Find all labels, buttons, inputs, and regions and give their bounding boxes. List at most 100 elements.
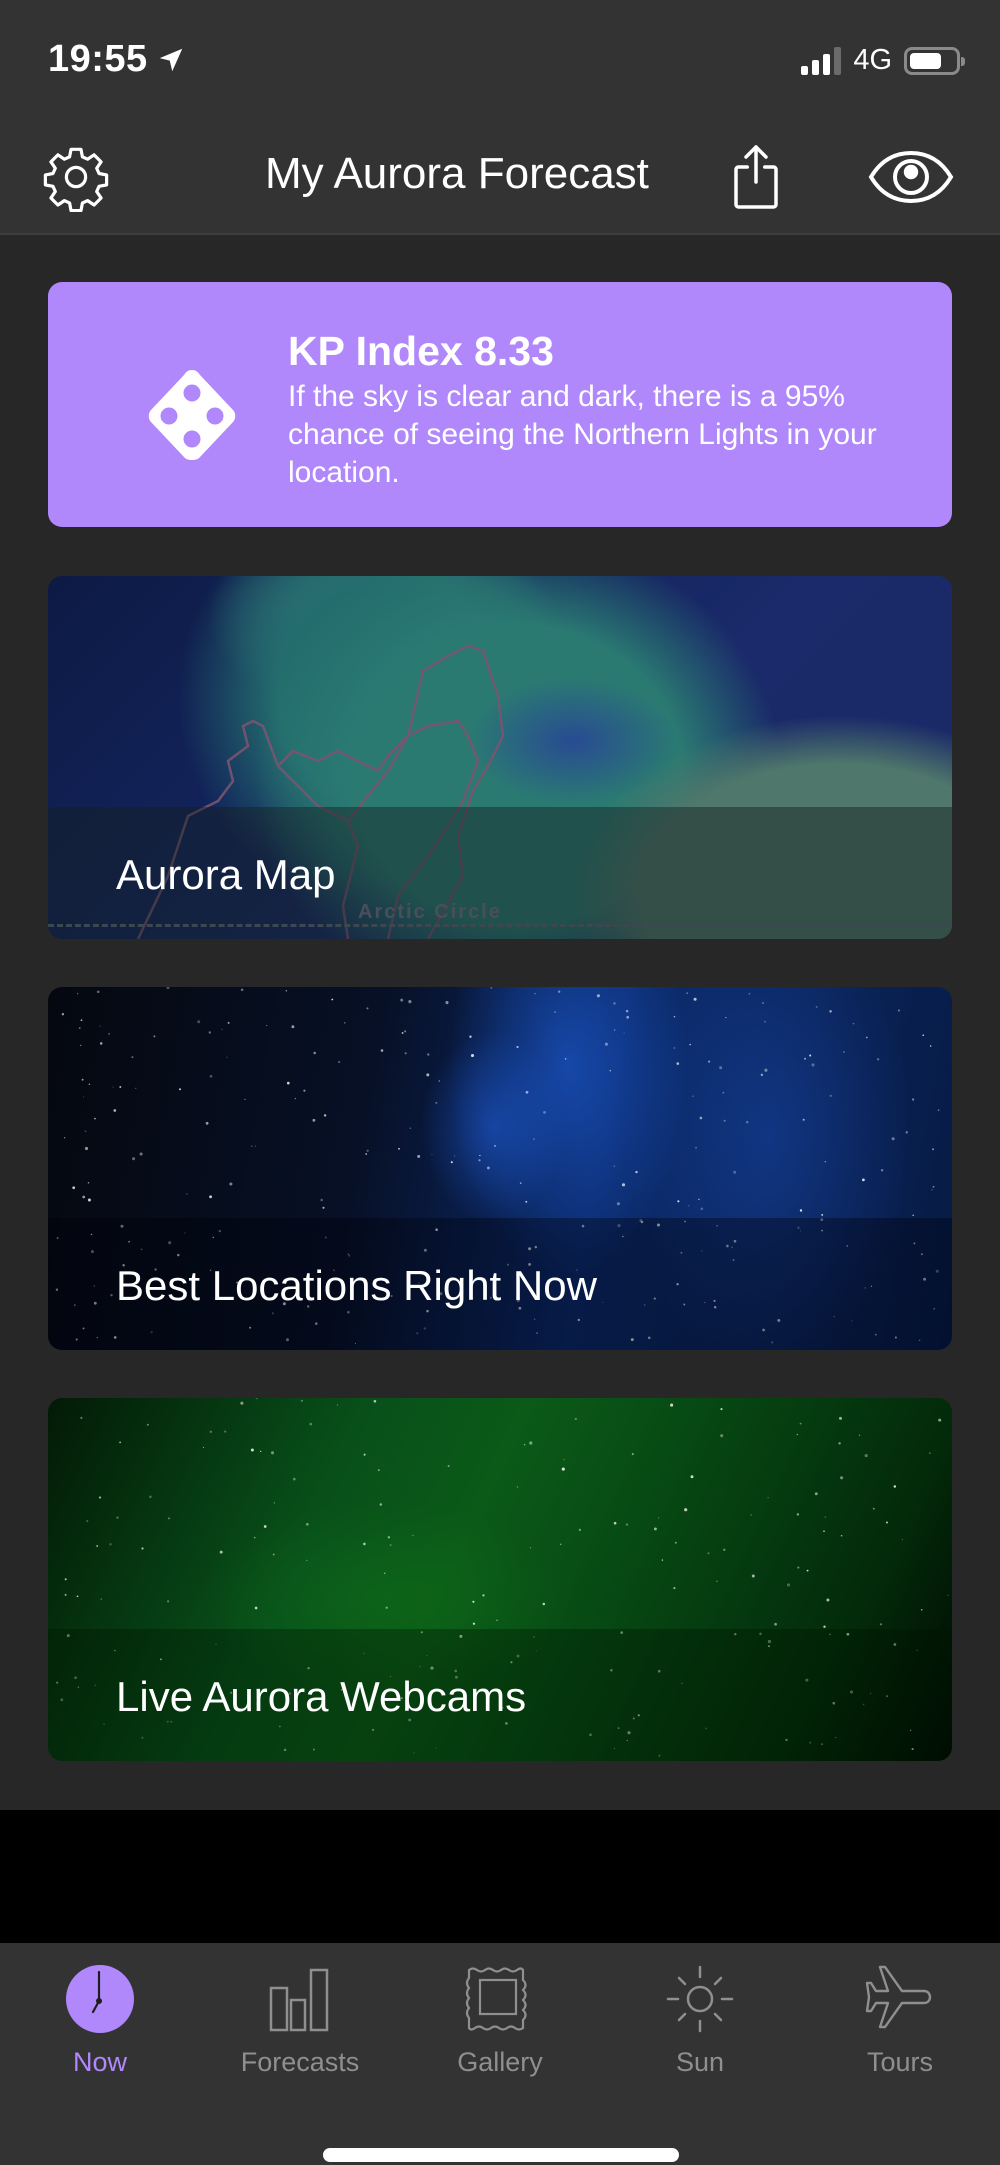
star [688, 1205, 690, 1207]
star [227, 1021, 230, 1024]
star [412, 1534, 414, 1536]
app-screen: 19:55 4G My Aurora Forecast KP Index 8.3… [0, 0, 1000, 2165]
star [291, 1025, 295, 1029]
star [99, 1025, 101, 1027]
star [363, 1542, 366, 1546]
star [229, 1182, 233, 1186]
star [796, 1433, 798, 1436]
star [197, 1020, 201, 1024]
star [305, 1522, 309, 1526]
star [385, 1606, 388, 1609]
star [113, 1109, 117, 1112]
star [472, 1600, 475, 1603]
tab-gallery[interactable]: Gallery [400, 1963, 600, 2093]
star [864, 1454, 868, 1458]
star [677, 1200, 680, 1203]
star [447, 1465, 450, 1467]
star [534, 992, 536, 995]
tab-sun[interactable]: Sun [600, 1963, 800, 2093]
star [692, 1095, 694, 1097]
star [762, 1002, 764, 1004]
star [76, 1595, 79, 1598]
star [823, 1530, 825, 1533]
live-webcams-tile[interactable]: Live Aurora Webcams [48, 1398, 952, 1761]
star [116, 1516, 119, 1519]
star [379, 1503, 382, 1506]
gear-icon [43, 147, 109, 212]
star [525, 1200, 528, 1203]
star [673, 1047, 675, 1049]
star [100, 1598, 102, 1600]
star [377, 1469, 380, 1471]
tab-forecasts-label: Forecasts [240, 2047, 360, 2077]
star [823, 1625, 826, 1628]
star [244, 1098, 246, 1100]
star [81, 1078, 84, 1081]
star [387, 1536, 391, 1539]
star [404, 1030, 407, 1033]
star [408, 1000, 412, 1004]
star [578, 1528, 582, 1532]
star [774, 1622, 777, 1626]
star [285, 990, 287, 992]
star [490, 987, 493, 989]
tab-now-label: Now [72, 2047, 127, 2077]
star [221, 1028, 223, 1030]
star [529, 1441, 533, 1445]
star [450, 1161, 453, 1164]
star [146, 1423, 149, 1426]
star [131, 1056, 134, 1059]
content-bottom-spacer [0, 1810, 1000, 1943]
star [94, 1117, 96, 1120]
star [108, 1033, 110, 1035]
star [417, 1154, 421, 1158]
star [852, 1022, 855, 1025]
star [80, 1044, 82, 1046]
star [470, 1053, 475, 1058]
star [454, 1155, 456, 1157]
star [141, 1547, 144, 1550]
star [707, 1552, 710, 1555]
star [167, 1600, 170, 1603]
star [306, 1559, 308, 1561]
star [625, 1523, 629, 1526]
view-toggle-button[interactable] [866, 141, 956, 213]
star [719, 1066, 723, 1070]
star [931, 1189, 933, 1191]
star [80, 1019, 83, 1022]
star [764, 1068, 768, 1072]
settings-button[interactable] [40, 141, 112, 213]
kp-index-card[interactable]: KP Index 8.33 If the sky is clear and da… [48, 282, 952, 527]
tab-forecasts[interactable]: Forecasts [200, 1963, 400, 2093]
share-button[interactable] [720, 141, 792, 213]
star [209, 1195, 213, 1199]
star [932, 1148, 934, 1151]
star [542, 1602, 546, 1606]
star [658, 1517, 660, 1519]
battery-icon [904, 46, 965, 75]
star [722, 1091, 725, 1094]
home-indicator[interactable] [323, 2148, 679, 2162]
star [947, 1594, 949, 1596]
aurora-map-tile[interactable]: Arctic Circle Aurora Map [48, 576, 952, 939]
star [119, 1441, 121, 1444]
star [689, 1043, 692, 1046]
star [431, 1154, 433, 1156]
star [409, 1127, 412, 1130]
dice-icon [148, 370, 236, 460]
star [614, 1029, 616, 1031]
star [343, 1021, 346, 1024]
star [760, 1073, 764, 1077]
star [901, 1538, 903, 1541]
tab-gallery-label: Gallery [457, 2047, 543, 2077]
star [254, 1606, 258, 1610]
tab-tours[interactable]: Tours [800, 1963, 1000, 2093]
star [912, 1098, 915, 1101]
star [96, 1545, 99, 1547]
star [796, 1513, 800, 1516]
star [78, 1027, 81, 1030]
best-locations-tile[interactable]: Best Locations Right Now [48, 987, 952, 1350]
star [885, 1521, 889, 1524]
star [64, 1593, 67, 1596]
tab-now[interactable]: Now [0, 1963, 200, 2093]
